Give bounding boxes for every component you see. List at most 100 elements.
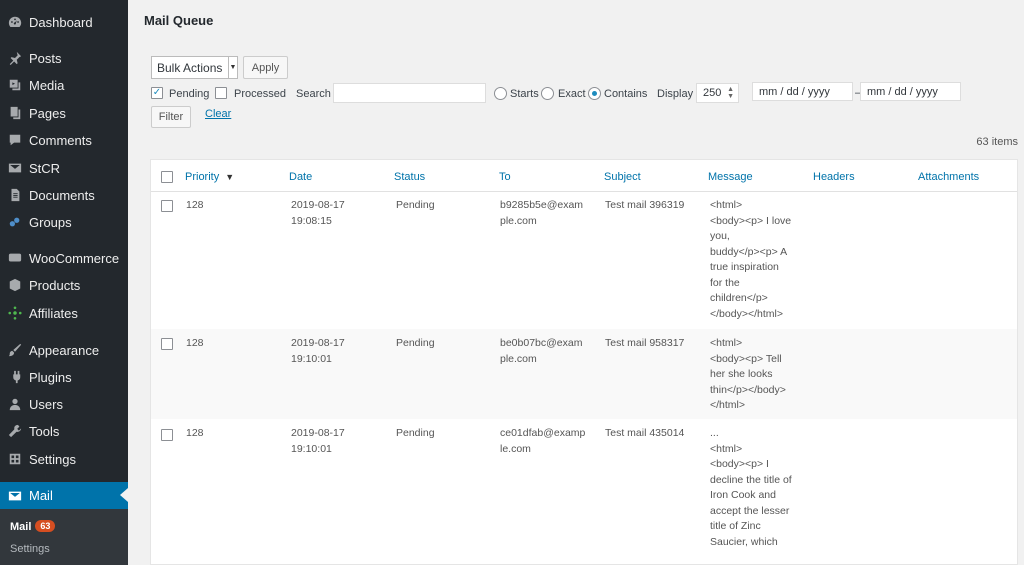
sidebar-item-label: Settings (29, 451, 76, 467)
cell-date: 2019-08-17 19:10:01 (291, 427, 345, 455)
sidebar-item-plugins[interactable]: Plugins (0, 364, 128, 390)
contains-label: Contains (604, 88, 648, 100)
processed-checkbox[interactable] (215, 87, 227, 99)
sidebar-item-settings[interactable]: Settings (0, 446, 128, 472)
cell-to: ce01dfab@examp le.com (500, 427, 586, 455)
column-header-priority[interactable]: Priority ▼ (185, 171, 234, 183)
sidebar-item-label: WooCommerce (29, 250, 120, 266)
sidebar-item-groups[interactable]: Groups (0, 209, 128, 235)
user-icon (8, 397, 22, 411)
contains-radio[interactable] (588, 87, 601, 100)
pin-icon (8, 51, 22, 65)
column-header-status[interactable]: Status (394, 171, 425, 183)
sort-desc-icon: ▼ (225, 172, 235, 182)
sidebar-item-label: Groups (29, 214, 72, 230)
sidebar-item-affiliates[interactable]: Affiliates (0, 300, 128, 326)
row-checkbox[interactable] (161, 429, 173, 441)
table-row: 128 2019-08-17 19:10:01 Pending ce01dfab… (151, 419, 1017, 564)
cell-message: ... <html> <body><p> I decline the title… (710, 427, 792, 548)
search-input[interactable] (333, 83, 486, 103)
sidebar-item-documents[interactable]: Documents (0, 182, 128, 208)
sidebar-item-label: Documents (29, 187, 95, 203)
settings-icon (8, 452, 22, 466)
stepper-arrows-icon: ▲ ▼ (727, 86, 734, 100)
woocommerce-icon (8, 251, 22, 265)
exact-radio[interactable] (541, 87, 554, 100)
cell-to: b9285b5e@exam ple.com (500, 199, 584, 227)
groups-icon (8, 215, 22, 229)
sidebar-item-pages[interactable]: Pages (0, 100, 128, 126)
processed-label: Processed (234, 88, 286, 100)
plugin-icon (8, 370, 22, 384)
dashboard-icon (8, 15, 22, 29)
display-count-value: 250 (703, 87, 722, 99)
pending-checkbox[interactable] (151, 87, 163, 99)
sidebar-item-label: Plugins (29, 369, 72, 385)
page-title: Mail Queue (144, 13, 214, 28)
starts-radio[interactable] (494, 87, 507, 100)
cell-status: Pending (396, 199, 435, 211)
media-icon (8, 78, 22, 92)
date-to-input[interactable]: mm / dd / yyyy (860, 82, 961, 101)
document-icon (8, 188, 22, 202)
sidebar-item-appearance[interactable]: Appearance (0, 337, 128, 363)
row-checkbox[interactable] (161, 338, 173, 350)
sidebar-item-tools[interactable]: Tools (0, 418, 128, 444)
sidebar-item-label: Tools (29, 423, 60, 439)
select-all-checkbox[interactable] (161, 171, 173, 183)
cell-date: 2019-08-17 19:10:01 (291, 337, 345, 365)
sidebar-item-products[interactable]: Products (0, 272, 128, 298)
mail-queue-table: Priority ▼ Date Status To Subject Messag… (150, 159, 1018, 565)
cell-priority: 128 (186, 427, 204, 439)
sidebar-item-media[interactable]: Media (0, 72, 128, 98)
clear-link[interactable]: Clear (205, 108, 231, 120)
cell-message: <html> <body><p> I love you, buddy</p><p… (710, 199, 792, 320)
sidebar-item-label: StCR (29, 160, 61, 176)
sidebar-item-label: Affiliates (29, 305, 78, 321)
sidebar-item-label: Dashboard (29, 14, 93, 30)
sidebar-item-posts[interactable]: Posts (0, 45, 128, 71)
filter-button[interactable]: Filter (151, 106, 191, 128)
search-label: Search (296, 88, 331, 100)
sidebar-item-comments[interactable]: Comments (0, 127, 128, 153)
sidebar-item-label: Media (29, 77, 65, 93)
column-header-date[interactable]: Date (289, 171, 312, 183)
cell-priority: 128 (186, 337, 204, 349)
display-count-stepper[interactable]: 250 ▲ ▼ (696, 83, 739, 103)
row-checkbox[interactable] (161, 200, 173, 212)
sidebar-item-label: Comments (29, 132, 92, 148)
bulk-actions-select[interactable]: Bulk Actions ▼ (151, 56, 238, 79)
wrench-icon (8, 424, 22, 438)
chevron-down-icon: ▼ (228, 57, 237, 78)
column-header-subject[interactable]: Subject (604, 171, 641, 183)
column-header-attachments[interactable]: Attachments (918, 171, 979, 183)
sidebar-item-stcr[interactable]: StCR (0, 155, 128, 181)
admin-sidebar: Dashboard Posts Media Pages Comments StC… (0, 0, 128, 565)
submenu-item-settings[interactable]: Settings (10, 543, 50, 555)
sidebar-item-mail[interactable]: Mail (0, 482, 128, 509)
mail-submenu: Mail 63 Settings (0, 509, 128, 565)
column-header-to[interactable]: To (499, 171, 511, 183)
cell-subject: Test mail 396319 (605, 199, 685, 211)
products-icon (8, 278, 22, 292)
exact-label: Exact (558, 88, 586, 100)
items-count: 63 items (976, 136, 1018, 148)
bulk-actions-value: Bulk Actions (157, 60, 223, 75)
sidebar-item-label: Appearance (29, 342, 100, 358)
comments-icon (8, 133, 22, 147)
date-from-input[interactable]: mm / dd / yyyy (752, 82, 853, 101)
cell-status: Pending (396, 337, 435, 349)
column-header-label: Priority (185, 171, 220, 183)
submenu-item-label: Mail (10, 521, 32, 533)
display-label: Display (657, 88, 694, 100)
sidebar-item-woocommerce[interactable]: WooCommerce (0, 245, 128, 271)
starts-label: Starts (510, 88, 539, 100)
apply-button[interactable]: Apply (243, 56, 288, 79)
sidebar-item-dashboard[interactable]: Dashboard (0, 9, 128, 35)
column-header-message[interactable]: Message (708, 171, 753, 183)
submenu-item-mail[interactable]: Mail 63 (10, 520, 56, 533)
sidebar-item-label: Products (29, 277, 81, 293)
column-header-headers[interactable]: Headers (813, 171, 855, 183)
cell-subject: Test mail 958317 (605, 337, 685, 349)
sidebar-item-users[interactable]: Users (0, 391, 128, 417)
